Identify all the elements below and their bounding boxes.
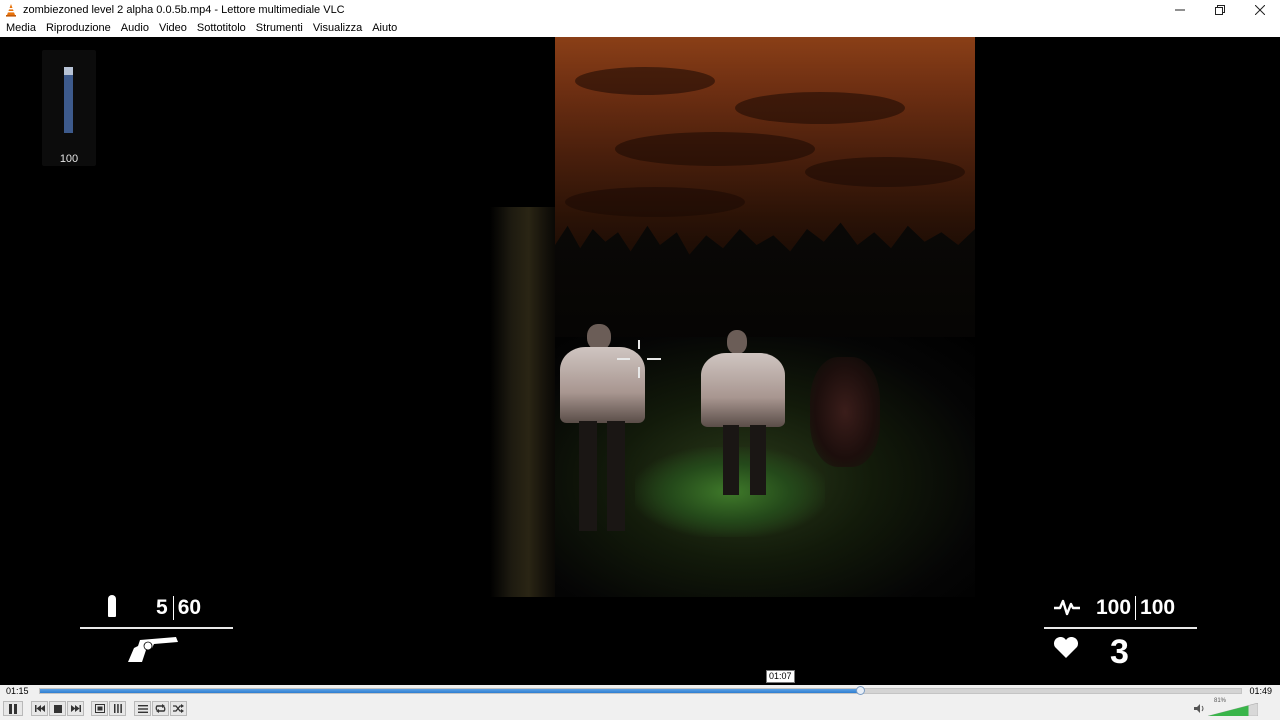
minimize-icon bbox=[1175, 9, 1185, 10]
seek-handle[interactable] bbox=[856, 686, 866, 695]
fullscreen-button[interactable] bbox=[91, 701, 108, 716]
shuffle-icon bbox=[173, 704, 184, 713]
ammo-reserve: 60 bbox=[177, 596, 202, 619]
time-total: 01:49 bbox=[1249, 686, 1272, 696]
playlist-button[interactable] bbox=[134, 701, 151, 716]
seek-bar-fill bbox=[40, 689, 862, 693]
bullet-icon bbox=[108, 595, 116, 617]
next-icon bbox=[70, 705, 81, 712]
shuffle-button[interactable] bbox=[170, 701, 187, 716]
menu-sottotitolo[interactable]: Sottotitolo bbox=[192, 19, 251, 37]
lives-counter: 3 bbox=[1110, 633, 1129, 671]
extended-settings-icon bbox=[113, 704, 122, 713]
close-button[interactable] bbox=[1240, 0, 1280, 19]
close-icon bbox=[1255, 4, 1265, 15]
menu-media[interactable]: Media bbox=[0, 19, 41, 37]
restore-icon bbox=[1215, 4, 1225, 15]
time-elapsed: 01:15 bbox=[6, 686, 29, 696]
revolver-icon bbox=[128, 637, 178, 662]
health-hud: 100 100 3 bbox=[1044, 592, 1197, 672]
window-title: zombiezoned level 2 alpha 0.0.5b.mp4 - L… bbox=[23, 3, 345, 16]
seek-bar[interactable] bbox=[39, 686, 1242, 695]
stop-button[interactable] bbox=[49, 701, 66, 716]
volume-osd-fill bbox=[64, 67, 73, 133]
crosshair-icon bbox=[617, 340, 661, 378]
volume-slider[interactable] bbox=[1208, 703, 1258, 716]
loop-button[interactable] bbox=[152, 701, 169, 716]
title-bar: zombiezoned level 2 alpha 0.0.5b.mp4 - L… bbox=[0, 0, 1280, 19]
hud-divider bbox=[80, 627, 233, 629]
speaker-icon bbox=[1194, 704, 1204, 713]
volume-osd-value: 100 bbox=[59, 153, 79, 165]
game-scene bbox=[555, 37, 975, 597]
previous-icon bbox=[34, 705, 45, 712]
stop-icon bbox=[53, 704, 62, 713]
restore-button[interactable] bbox=[1200, 0, 1240, 19]
playlist-icon bbox=[137, 704, 148, 713]
seek-hover-tooltip: 01:07 bbox=[766, 670, 795, 683]
pause-button[interactable] bbox=[3, 701, 23, 716]
menu-riproduzione[interactable]: Riproduzione bbox=[41, 19, 116, 37]
video-area[interactable]: 100 5 60 100 100 3 bbox=[0, 37, 1280, 685]
pulse-icon bbox=[1054, 599, 1080, 616]
menu-aiuto[interactable]: Aiuto bbox=[367, 19, 402, 37]
menu-video[interactable]: Video bbox=[154, 19, 192, 37]
menu-audio[interactable]: Audio bbox=[116, 19, 154, 37]
shadow-figure bbox=[810, 357, 880, 467]
health-current: 100 bbox=[1096, 596, 1132, 619]
volume-control[interactable]: 81% bbox=[1194, 698, 1264, 718]
player-controls: 01:15 01:07 01:49 81% bbox=[0, 670, 1280, 720]
volume-osd-bar bbox=[64, 67, 73, 133]
tree-trunk bbox=[490, 207, 560, 597]
next-button[interactable] bbox=[67, 701, 84, 716]
health-max: 100 bbox=[1140, 596, 1176, 619]
health-counter: 100 100 bbox=[1096, 596, 1175, 620]
extended-settings-button[interactable] bbox=[109, 701, 126, 716]
ammo-clip: 5 bbox=[156, 596, 168, 619]
volume-osd: 100 bbox=[42, 50, 96, 166]
loop-icon bbox=[155, 704, 166, 713]
ammo-hud: 5 60 bbox=[80, 592, 233, 667]
minimize-button[interactable] bbox=[1160, 0, 1200, 19]
vlc-cone-icon bbox=[6, 3, 16, 17]
heart-icon bbox=[1053, 637, 1079, 658]
control-buttons: 81% bbox=[0, 698, 1280, 718]
fullscreen-icon bbox=[94, 704, 105, 713]
hud-divider bbox=[1044, 627, 1197, 629]
previous-button[interactable] bbox=[31, 701, 48, 716]
menu-bar: Media Riproduzione Audio Video Sottotito… bbox=[0, 19, 1280, 37]
menu-strumenti[interactable]: Strumenti bbox=[251, 19, 308, 37]
menu-visualizza[interactable]: Visualizza bbox=[308, 19, 367, 37]
volume-osd-cap bbox=[64, 67, 73, 75]
ammo-counter: 5 60 bbox=[156, 596, 201, 620]
pause-icon bbox=[9, 703, 17, 714]
